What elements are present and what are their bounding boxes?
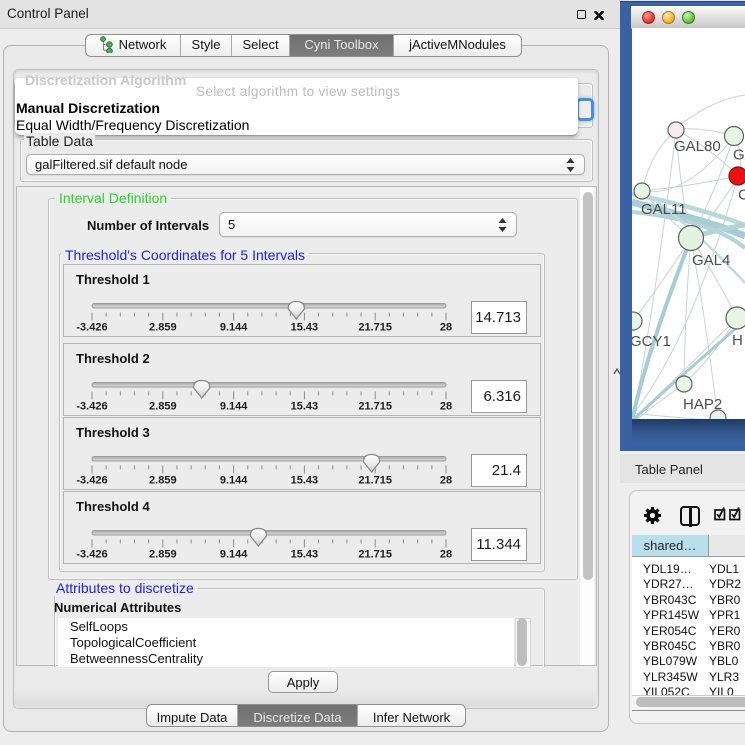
svg-text:21.715: 21.715 <box>358 322 392 334</box>
svg-text:GCY1: GCY1 <box>632 333 671 350</box>
svg-text:HAP2: HAP2 <box>683 396 722 413</box>
svg-text:15.43: 15.43 <box>291 322 319 334</box>
svg-text:2.859: 2.859 <box>149 475 177 487</box>
svg-text:-3.426: -3.426 <box>76 322 107 334</box>
svg-text:15.43: 15.43 <box>291 401 319 413</box>
svg-text:-3.426: -3.426 <box>76 475 107 487</box>
svg-text:C: C <box>738 187 745 204</box>
svg-text:21.715: 21.715 <box>358 401 392 413</box>
svg-text:9.144: 9.144 <box>220 549 248 561</box>
svg-text:2.859: 2.859 <box>149 401 177 413</box>
svg-text:GAL80: GAL80 <box>674 138 721 155</box>
svg-text:28: 28 <box>440 475 452 487</box>
svg-text:H: H <box>732 332 743 349</box>
svg-text:2.859: 2.859 <box>149 322 177 334</box>
svg-text:GA: GA <box>733 147 745 164</box>
svg-text:GAL11: GAL11 <box>641 201 687 218</box>
svg-text:GAL4: GAL4 <box>692 252 730 269</box>
svg-text:28: 28 <box>440 401 452 413</box>
svg-text:9.144: 9.144 <box>220 401 248 413</box>
svg-text:-3.426: -3.426 <box>76 549 107 561</box>
svg-text:9.144: 9.144 <box>220 322 248 334</box>
svg-text:2.859: 2.859 <box>149 549 177 561</box>
svg-text:28: 28 <box>440 322 452 334</box>
svg-text:21.715: 21.715 <box>358 549 392 561</box>
svg-text:28: 28 <box>440 549 452 561</box>
svg-text:-3.426: -3.426 <box>76 401 107 413</box>
svg-text:15.43: 15.43 <box>291 549 319 561</box>
svg-text:21.715: 21.715 <box>358 475 392 487</box>
svg-text:9.144: 9.144 <box>220 475 248 487</box>
svg-text:15.43: 15.43 <box>291 475 319 487</box>
